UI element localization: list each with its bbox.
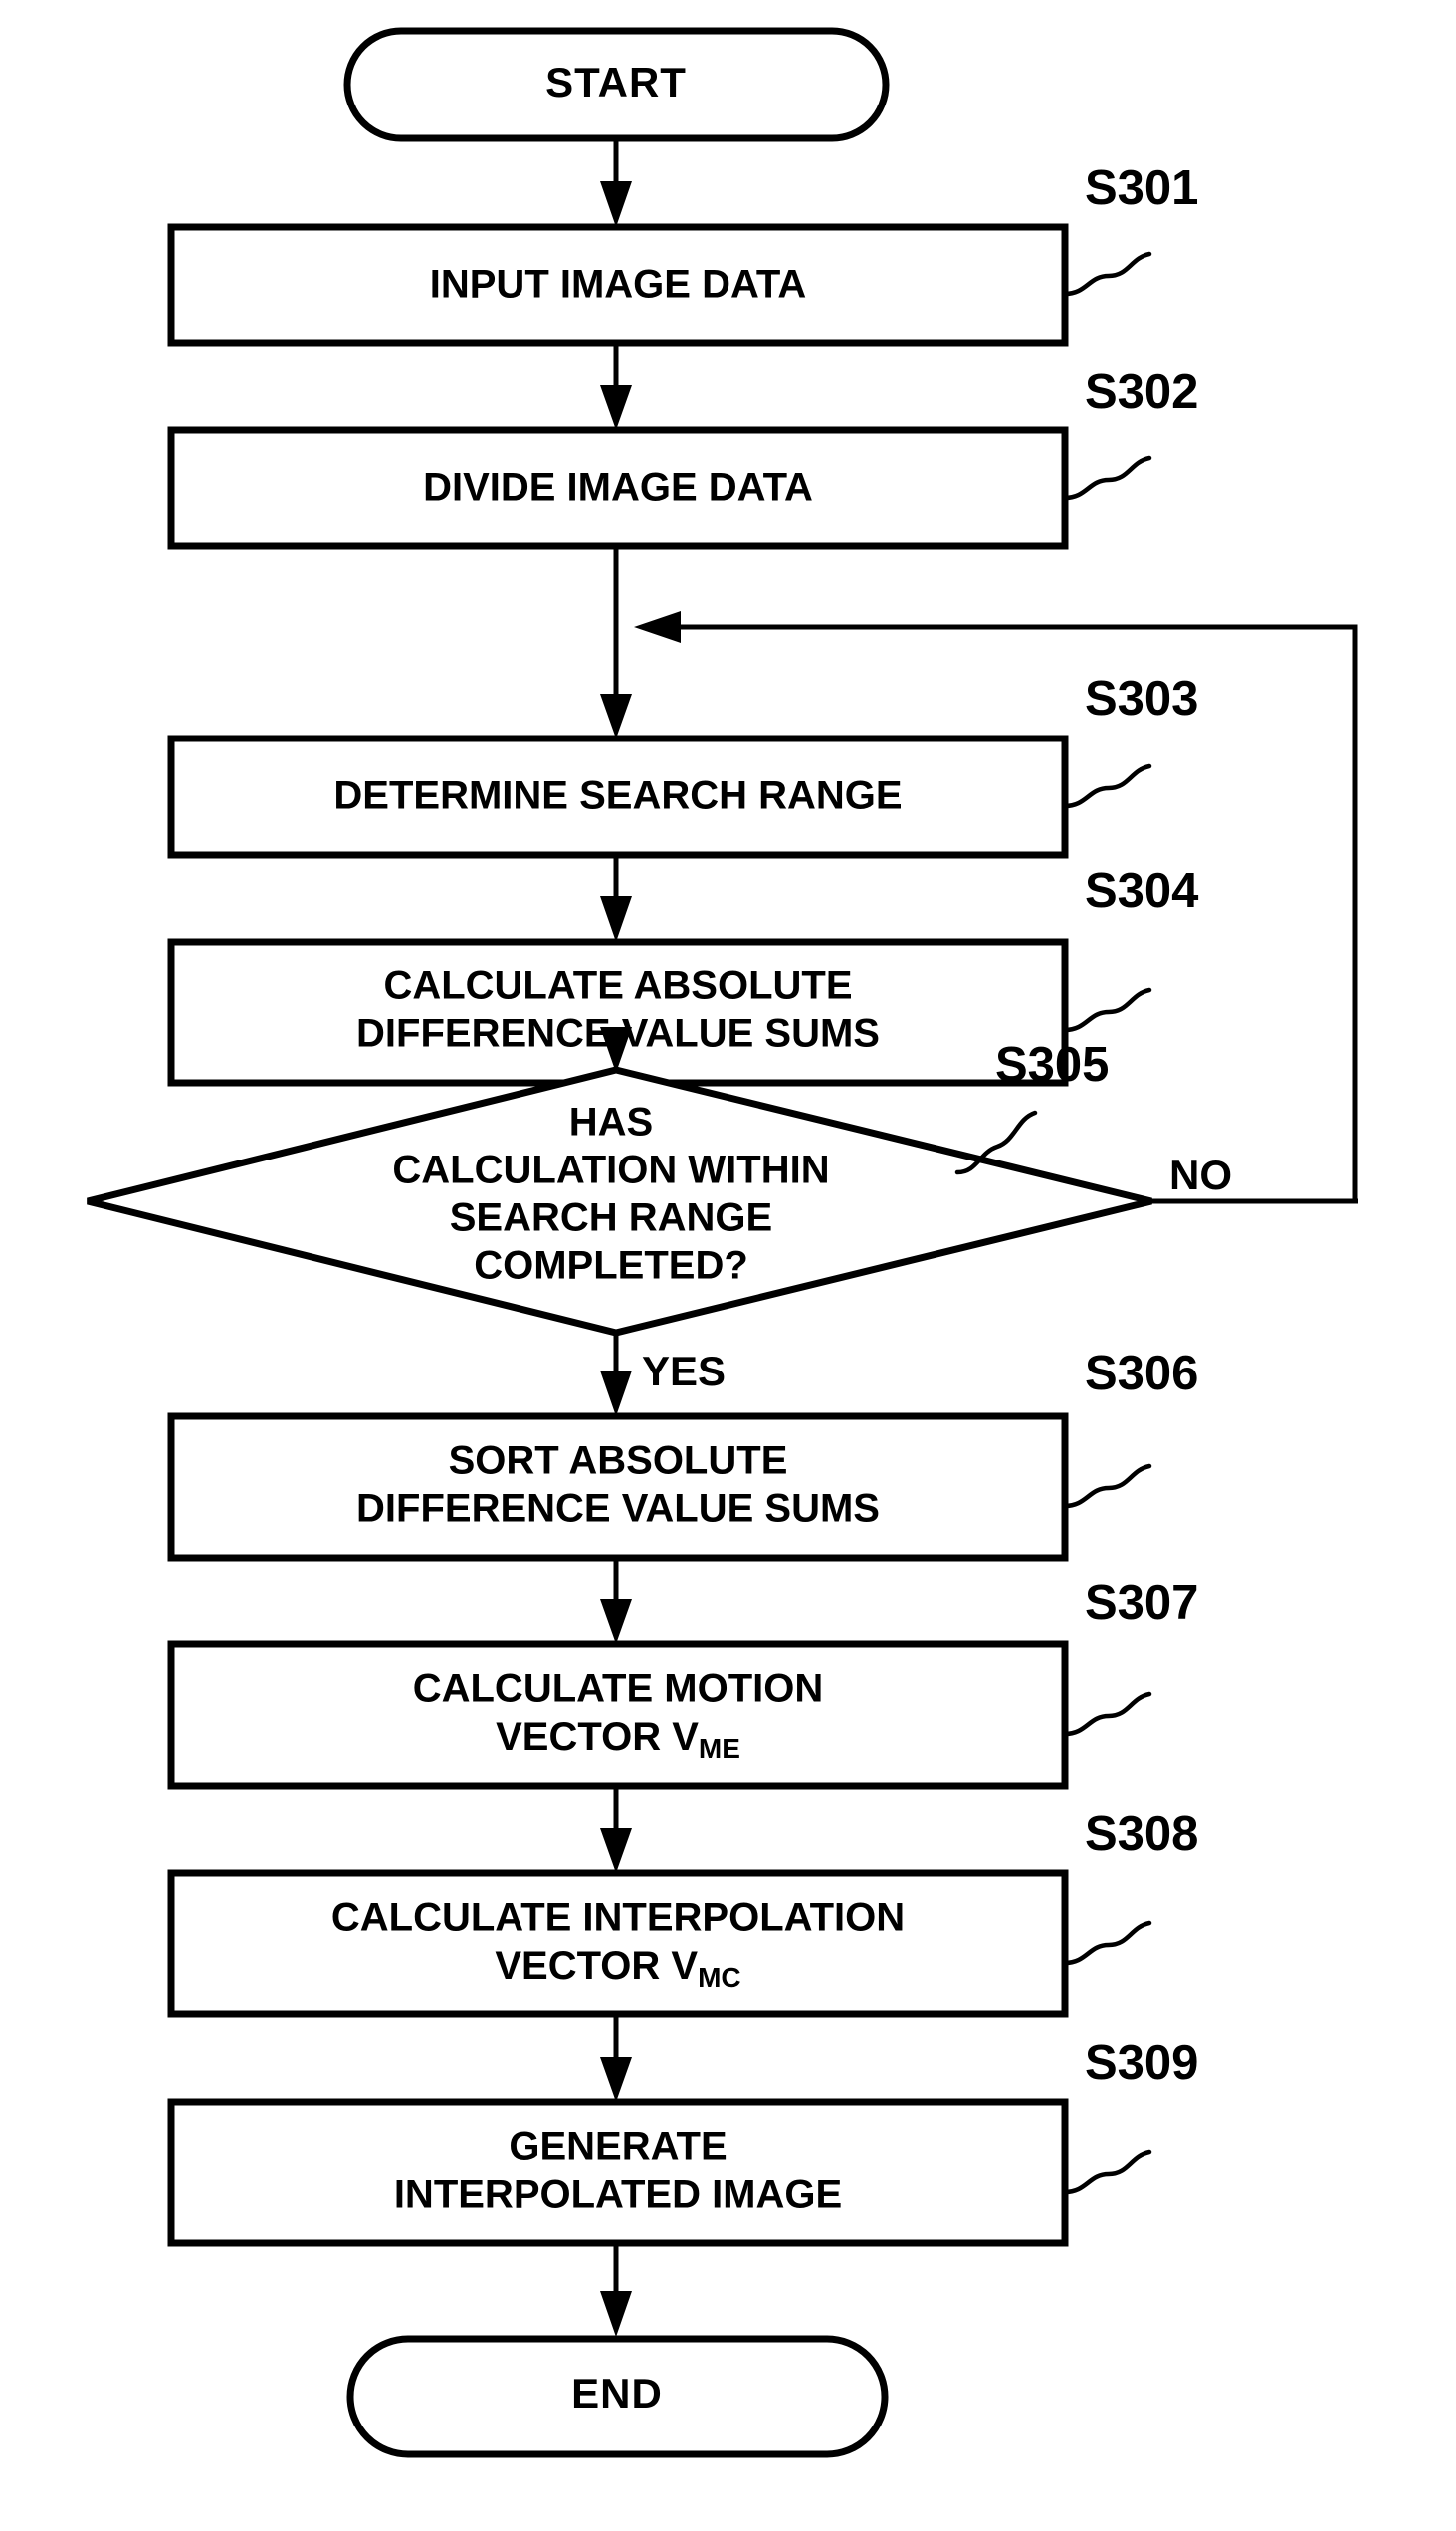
edge-s309-to-end [600,2243,632,2337]
node-s308: CALCULATE INTERPOLATION VECTOR VMC S308 [167,1807,1198,2018]
start-label: START [545,59,687,105]
end-label: END [571,2370,663,2417]
arrow-head-icon [600,1371,632,1416]
s303-leader-icon [1062,763,1152,809]
s305-no-label: NO [1169,1152,1232,1198]
node-s301: INPUT IMAGE DATA S301 [167,161,1198,347]
s308-leader-icon [1062,1920,1152,1966]
s305-yes-label: YES [642,1348,726,1394]
arrow-head-icon [600,2057,632,2102]
s304-step: S304 [1085,864,1198,918]
arrow-head-icon [634,611,681,643]
s307-vector-prefix: VECTOR V [496,1715,699,1759]
s307-label-line1: CALCULATE MOTION [413,1667,824,1711]
node-end: END [346,2335,889,2458]
edge-s303-to-s304 [600,855,632,942]
s302-leader-icon [1062,455,1152,501]
s306-step: S306 [1085,1347,1198,1400]
s301-label: INPUT IMAGE DATA [430,263,807,307]
s308-step: S308 [1085,1807,1198,1861]
s305-label-line1: HAS [569,1101,653,1145]
s304-label-line1: CALCULATE ABSOLUTE [383,964,852,1008]
s306-label-line2: DIFFERENCE VALUE SUMS [356,1487,880,1531]
arrow-head-icon [600,1828,632,1873]
s304-leader-icon [1062,987,1152,1033]
node-s303: DETERMINE SEARCH RANGE S303 [167,672,1198,859]
arrow-head-icon [600,2291,632,2337]
s302-step: S302 [1085,365,1198,419]
s305-label-line4: COMPLETED? [474,1244,748,1288]
s307-step: S307 [1085,1577,1198,1630]
edge-s301-to-s302 [600,343,632,430]
node-start: START [343,27,890,142]
s308-vector-prefix: VECTOR V [495,1944,698,1988]
node-s302: DIVIDE IMAGE DATA S302 [167,365,1198,550]
s308-label-line1: CALCULATE INTERPOLATION [331,1896,905,1940]
s302-label: DIVIDE IMAGE DATA [423,466,813,510]
flowchart-canvas: START INPUT IMAGE DATA S301 DIVIDE IMAGE… [0,0,1456,2531]
edge-start-to-s301 [600,138,632,227]
s307-leader-icon [1062,1691,1152,1737]
arrow-head-icon [600,181,632,227]
arrow-head-icon [600,1599,632,1644]
node-s307: CALCULATE MOTION VECTOR VME S307 [167,1577,1198,1790]
edge-s306-to-s307 [600,1558,632,1644]
edge-s308-to-s309 [600,2014,632,2102]
s307-vector-sub: ME [699,1733,740,1764]
arrow-head-icon [600,385,632,430]
s309-label-line2: INTERPOLATED IMAGE [394,2173,842,2216]
node-s309: GENERATE INTERPOLATED IMAGE S309 [167,2036,1198,2247]
s303-label: DETERMINE SEARCH RANGE [333,774,902,818]
s301-step: S301 [1085,161,1198,215]
edge-s302-to-s303 [600,546,632,738]
s309-label-line1: GENERATE [509,2125,727,2169]
s305-label-line3: SEARCH RANGE [450,1196,772,1240]
s309-leader-icon [1062,2149,1152,2195]
s303-step: S303 [1085,672,1198,726]
s306-leader-icon [1062,1463,1152,1509]
s306-label-line1: SORT ABSOLUTE [449,1439,788,1483]
s301-leader-icon [1062,251,1152,297]
edge-s307-to-s308 [600,1786,632,1873]
s305-step: S305 [995,1038,1109,1092]
edge-s305-to-s306: YES [600,1333,726,1416]
s308-vector-sub: MC [698,1962,741,1993]
s305-label-line2: CALCULATION WITHIN [392,1149,829,1192]
flowchart-svg: START INPUT IMAGE DATA S301 DIVIDE IMAGE… [87,27,1358,2458]
arrow-head-icon [600,896,632,942]
arrow-head-icon [600,694,632,738]
s309-step: S309 [1085,2036,1198,2090]
